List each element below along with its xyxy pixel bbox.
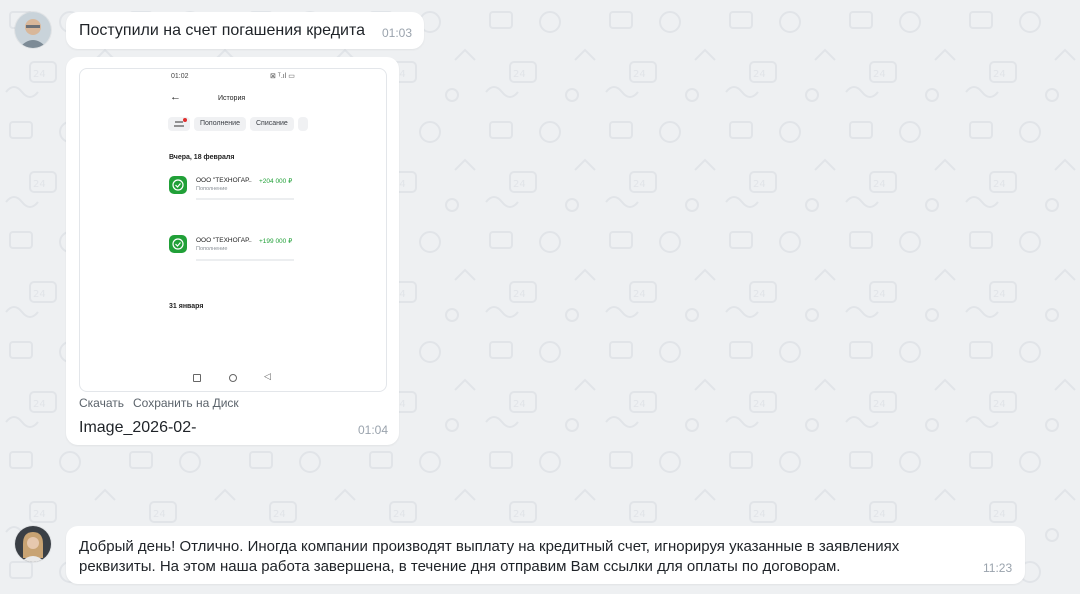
avatar-client[interactable] [15, 12, 51, 48]
transaction-divider [196, 259, 294, 261]
message-bubble-3: Добрый день! Отлично. Иногда компании пр… [66, 526, 1025, 584]
nav-back-icon: ◁ [264, 371, 271, 381]
download-link[interactable]: Скачать [79, 396, 124, 410]
transaction-amount: +199 000 ₽ [259, 238, 293, 245]
check-circle-icon [172, 179, 184, 191]
transaction-status-icon [169, 235, 187, 253]
transaction-name: ООО "ТЕХНОГАР.. [196, 177, 252, 184]
status-time: 01:02 [171, 73, 189, 80]
nav-recents-icon [193, 374, 201, 382]
back-arrow-icon: ← [170, 91, 181, 103]
filter-settings-chip [168, 117, 190, 131]
message-bubble-1: Поступили на счет погашения кредита 01:0… [66, 12, 424, 49]
message-text-line-1: Добрый день! Отлично. Иногда компании пр… [79, 538, 900, 555]
status-icons: ⊠ ᵀ.ıl ▭ [270, 73, 295, 80]
transaction-divider [196, 198, 294, 200]
message-text: Поступили на счет погашения кредита [79, 22, 366, 39]
image-attachment-preview[interactable]: 01:02 ⊠ ᵀ.ıl ▭ ← История Пополнение Спис… [79, 68, 387, 392]
check-circle-icon [172, 238, 184, 250]
nav-home-icon [229, 374, 237, 382]
message-text-line-2: реквизиты. На этом наша работа завершена… [79, 558, 841, 575]
transaction-status-icon [169, 176, 187, 194]
screen-title: История [218, 95, 246, 102]
save-to-disk-link[interactable]: Сохранить на Диск [133, 396, 239, 410]
file-name[interactable]: Image_2026-02- [79, 419, 196, 437]
transaction-type: Пополнение [196, 186, 228, 192]
avatar-manager[interactable] [15, 526, 51, 562]
transaction-name: ООО "ТЕХНОГАР.. [196, 237, 252, 244]
transaction-amount: +204 000 ₽ [259, 178, 293, 185]
date-header: Вчера, 18 февраля [169, 154, 235, 161]
message-time: 11:23 [983, 561, 1013, 575]
date-header: 31 января [169, 303, 204, 310]
filter-chip-topup: Пополнение [194, 117, 246, 131]
message-time: 01:04 [358, 423, 389, 437]
filter-chip-more [298, 117, 308, 131]
filter-chip-debit: Списание [250, 117, 294, 131]
filter-icon [174, 118, 187, 127]
message-time: 01:03 [382, 26, 413, 40]
transaction-type: Пополнение [196, 246, 228, 252]
